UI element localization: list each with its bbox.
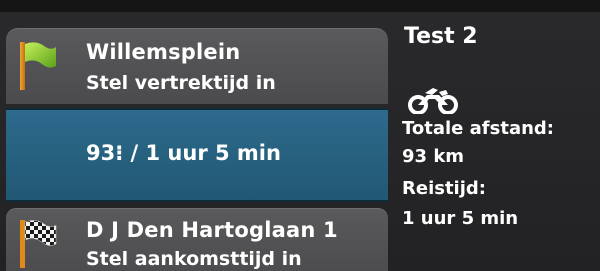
route-info-panel: Test 2 Totale afstand: 93 km Reistijd: 1…: [394, 12, 600, 271]
start-title: Willemsplein: [86, 40, 241, 64]
end-stop-card[interactable]: D J Den Hartoglaan 1 Stel aankomsttijd i…: [6, 208, 388, 271]
leg-summary: 93⁝ / 1 uur 5 min: [86, 141, 281, 165]
end-title: D J Den Hartoglaan 1: [86, 218, 338, 242]
total-distance-value: 93 km: [402, 146, 465, 167]
travel-time-value: 1 uur 5 min: [402, 208, 519, 229]
green-flag-icon: [20, 42, 56, 90]
set-departure-time-link[interactable]: Stel vertrektijd in: [86, 72, 276, 94]
route-name: Test 2: [404, 24, 478, 49]
checkered-flag-icon: [20, 220, 57, 268]
travel-time-label: Reistijd:: [402, 178, 486, 199]
start-stop-card[interactable]: Willemsplein Stel vertrektijd in: [6, 28, 388, 104]
route-leg-bar[interactable]: 93⁝ / 1 uur 5 min: [6, 108, 388, 202]
top-edge: [0, 0, 600, 12]
set-arrival-time-link[interactable]: Stel aankomsttijd in: [86, 248, 302, 270]
total-distance-label: Totale afstand:: [402, 118, 554, 139]
motorcycle-icon: [408, 88, 458, 114]
route-overview-screen: Willemsplein Stel vertrektijd in 93⁝ / 1…: [0, 0, 600, 271]
route-panel: Willemsplein Stel vertrektijd in 93⁝ / 1…: [6, 20, 392, 271]
